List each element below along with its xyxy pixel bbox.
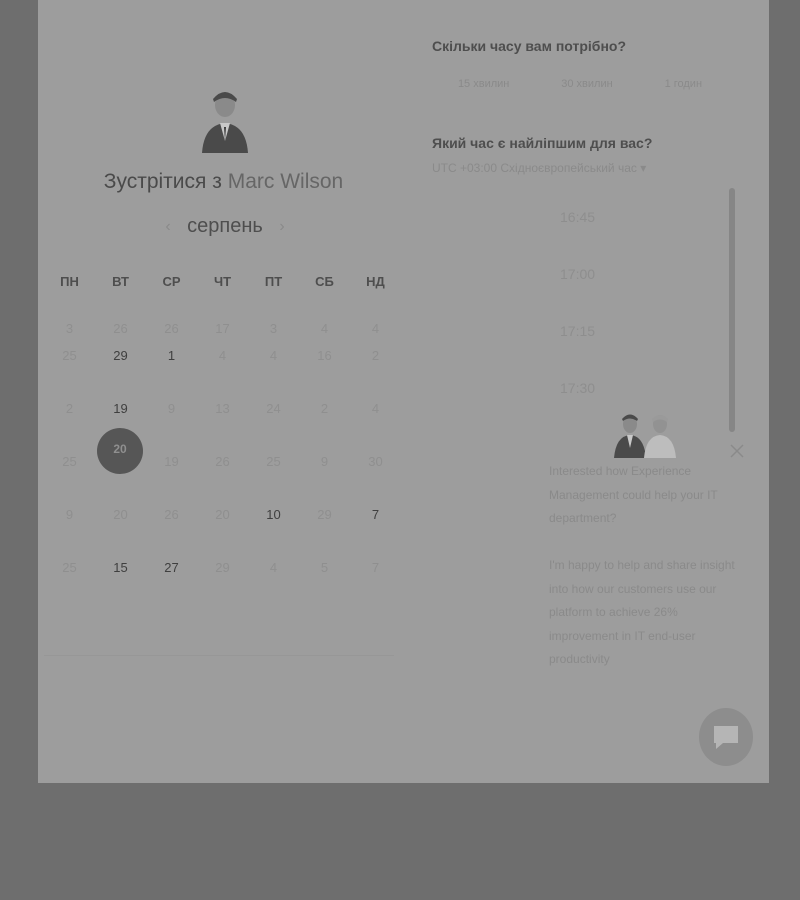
available-day[interactable]: 10 <box>248 506 299 559</box>
available-day[interactable]: 1 <box>146 347 197 400</box>
unavailable-day: 3 <box>65 321 74 336</box>
month-navigation: ‹ серпень › <box>160 215 290 238</box>
close-icon[interactable] <box>728 442 746 460</box>
unavailable-day: 5 <box>320 560 329 575</box>
weekday-header: ПН ВТ СР ЧТ ПТ СБ НД <box>44 270 402 294</box>
unavailable-day: 4 <box>269 560 278 575</box>
weekday-label: СР <box>162 274 181 289</box>
unavailable-day: 24 <box>266 401 281 416</box>
unavailable-day: 4 <box>371 401 380 416</box>
chevron-right-icon[interactable]: › <box>274 218 290 236</box>
calendar-week: 25 29 1 4 4 16 2 <box>44 347 402 400</box>
unavailable-day: 29 <box>317 507 332 522</box>
unavailable-day: 3 <box>269 321 278 336</box>
duration-option[interactable]: 1 годин <box>665 78 702 90</box>
unavailable-day: 25 <box>62 560 77 575</box>
unavailable-day: 13 <box>215 401 230 416</box>
time-slot-list: 16:45 17:00 17:15 17:30 <box>432 188 732 432</box>
time-question: Який час є найліпшим для вас? <box>432 135 653 151</box>
available-day[interactable]: 29 <box>95 347 146 400</box>
open-chat-button[interactable] <box>699 708 753 766</box>
unavailable-day: 2 <box>65 401 74 416</box>
time-slot[interactable]: 17:15 <box>560 323 595 339</box>
title-prefix: Зустрітися з <box>103 170 228 193</box>
chat-message: Interested how Experience Management cou… <box>549 460 744 672</box>
timezone-select[interactable]: UTC +03:00 Східноєвропейський час ▾ <box>432 161 646 175</box>
unavailable-day: 7 <box>371 560 380 575</box>
calendar-week: 25 20 19 26 25 9 30 <box>44 428 402 506</box>
weekday-label: ПН <box>60 274 79 289</box>
unavailable-day: 20 <box>113 507 128 522</box>
time-slot[interactable]: 17:00 <box>560 266 595 282</box>
unavailable-day: 25 <box>62 454 77 469</box>
calendar-week: 9 20 26 20 10 29 7 <box>44 506 402 559</box>
unavailable-day: 2 <box>320 401 329 416</box>
host-name: Marc Wilson <box>227 170 344 193</box>
selected-day[interactable]: 20 <box>95 428 146 506</box>
calendar-divider <box>44 655 394 656</box>
unavailable-day: 16 <box>317 348 332 363</box>
caret-down-icon: ▾ <box>640 161 647 175</box>
unavailable-day: 25 <box>266 454 281 469</box>
timezone-label: UTC +03:00 Східноєвропейський час <box>432 161 637 175</box>
calendar-week: 3 26 26 17 3 4 4 <box>44 294 402 347</box>
time-slot[interactable]: 17:30 <box>560 380 595 396</box>
unavailable-day: 4 <box>320 321 329 336</box>
duration-question: Скільки часу вам потрібно? <box>432 38 627 54</box>
unavailable-day: 9 <box>65 507 74 522</box>
unavailable-day: 29 <box>215 560 230 575</box>
host-avatar <box>202 92 248 153</box>
unavailable-day: 26 <box>215 454 230 469</box>
available-day[interactable]: 27 <box>146 559 197 612</box>
weekday-label: ПТ <box>264 274 283 289</box>
chat-message-paragraph-2: I'm happy to help and share insight into… <box>549 558 735 666</box>
time-slot[interactable]: 16:45 <box>560 209 595 225</box>
meeting-title: Зустрітися з Marc Wilson <box>38 170 409 194</box>
unavailable-day: 2 <box>371 348 380 363</box>
calendar-grid: ПН ВТ СР ЧТ ПТ СБ НД 3 26 26 17 3 4 4 25 29 1 4 4 16 2 2 19 9 1… <box>44 270 402 612</box>
duration-option[interactable]: 30 хвилин <box>561 78 612 90</box>
unavailable-day: 4 <box>218 348 227 363</box>
chat-agents-avatar <box>614 414 676 458</box>
unavailable-day: 4 <box>371 321 380 336</box>
calendar-weeks: 3 26 26 17 3 4 4 25 29 1 4 4 16 2 2 19 9 13 24 2 4 25 20 19 26 25… <box>44 294 402 612</box>
available-day[interactable]: 15 <box>95 559 146 612</box>
calendar-week: 25 15 27 29 4 5 7 <box>44 559 402 612</box>
chat-message-paragraph-1: Interested how Experience Management cou… <box>549 464 718 525</box>
weekday-label: СБ <box>315 274 334 289</box>
duration-option[interactable]: 15 хвилин <box>458 78 509 90</box>
unavailable-day: 25 <box>62 348 77 363</box>
available-day[interactable]: 7 <box>350 506 401 559</box>
unavailable-day: 26 <box>164 321 179 336</box>
weekday-label: ЧТ <box>213 274 232 289</box>
chat-bubble-icon <box>714 726 738 749</box>
unavailable-day: 30 <box>368 454 383 469</box>
unavailable-day: 26 <box>113 321 128 336</box>
weekday-label: ВТ <box>112 274 129 289</box>
unavailable-day: 26 <box>164 507 179 522</box>
time-slot-scrollbar[interactable] <box>729 188 735 432</box>
unavailable-day: 9 <box>167 401 176 416</box>
selected-day-indicator: 20 <box>97 428 143 474</box>
day-number: 20 <box>113 442 127 456</box>
month-label: серпень <box>187 215 263 237</box>
unavailable-day: 17 <box>215 321 230 336</box>
weekday-label: НД <box>366 274 385 289</box>
duration-options: 15 хвилин 30 хвилин 1 годин <box>432 78 728 90</box>
unavailable-day: 4 <box>269 348 278 363</box>
unavailable-day: 9 <box>320 454 329 469</box>
unavailable-day: 19 <box>164 454 179 469</box>
unavailable-day: 20 <box>215 507 230 522</box>
chevron-left-icon[interactable]: ‹ <box>160 218 176 236</box>
